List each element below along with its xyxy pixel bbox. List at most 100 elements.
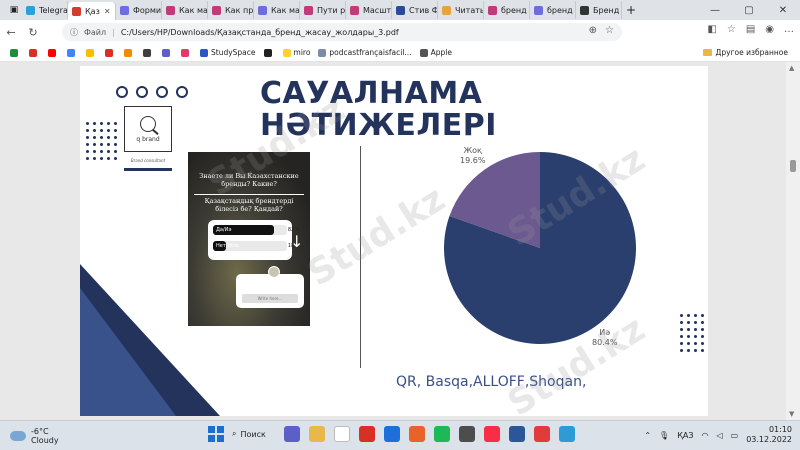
taskbar-search[interactable]: ⌕ Поиск	[232, 429, 266, 439]
maximize-icon[interactable]: ▢	[732, 0, 766, 20]
other-bookmarks[interactable]: Другое избранное	[702, 48, 788, 57]
bookmark-item[interactable]	[67, 48, 78, 57]
browser-tab[interactable]: Қаз ✕	[68, 2, 116, 20]
curved-arrow-icon: ↓	[290, 232, 304, 251]
browser-tab[interactable]: Telegra	[22, 1, 68, 19]
close-tab-icon[interactable]: ✕	[104, 7, 111, 16]
bookmark-item[interactable]	[29, 48, 40, 57]
dot	[114, 150, 117, 153]
bookmark-item[interactable]	[86, 48, 97, 57]
back-icon[interactable]: ←	[0, 26, 22, 39]
pie-label-name: Жоқ	[463, 146, 482, 155]
bookmark-item[interactable]	[263, 48, 275, 57]
poll-widget: Да/Иә 82% Нет/Жоқ 18%	[208, 220, 299, 260]
dot	[100, 136, 103, 139]
dot	[100, 122, 103, 125]
clock[interactable]: 01:10 03.12.2022	[746, 425, 792, 445]
dot	[86, 143, 89, 146]
taskbar-app-icon[interactable]	[458, 426, 475, 442]
battery-icon[interactable]: ▭	[731, 431, 739, 440]
favorite-star-icon[interactable]: ☆	[605, 25, 614, 36]
dot	[107, 157, 110, 160]
reload-icon[interactable]: ↻	[22, 26, 44, 39]
address-bar[interactable]: ⓘ Файл | C:/Users/HP/Downloads/Қазақстан…	[62, 23, 622, 41]
scroll-down-icon[interactable]: ▼	[789, 410, 794, 418]
browser-tab[interactable]: Как пр	[208, 1, 254, 19]
dot	[701, 335, 704, 338]
browser-tab[interactable]: Как ма	[162, 1, 208, 19]
favorites-icon[interactable]: ☆	[727, 24, 736, 35]
window-controls: — ▢ ✕	[698, 0, 800, 20]
bookmark-item[interactable]: miro	[282, 48, 310, 57]
bookmark-item[interactable]: StudySpace	[200, 48, 256, 57]
bookmark-favicon-icon	[29, 48, 37, 57]
taskbar-app-icon[interactable]	[358, 426, 375, 442]
bookmark-item[interactable]	[143, 48, 154, 57]
browser-tab[interactable]: Пути р	[300, 1, 346, 19]
collections-icon[interactable]: ▤	[746, 24, 755, 35]
browser-tab[interactable]: Бренд	[576, 1, 622, 19]
new-tab-button[interactable]: +	[622, 3, 640, 17]
dot	[93, 150, 96, 153]
windows-start-icon[interactable]	[208, 426, 224, 442]
bookmark-item[interactable]	[124, 48, 135, 57]
language-indicator[interactable]: ҚАЗ	[677, 431, 693, 440]
chevron-up-icon[interactable]: ⌃	[644, 431, 651, 440]
bookmark-item[interactable]: Apple	[419, 48, 452, 57]
tab-label: Как пр	[225, 5, 254, 15]
address-url[interactable]: C:/Users/HP/Downloads/Қазақстанда_бренд_…	[121, 28, 399, 37]
bookmark-label: StudySpace	[211, 48, 256, 57]
bookmark-label: Apple	[430, 48, 452, 57]
taskbar-app-icon[interactable]	[483, 426, 500, 442]
bookmark-item[interactable]	[48, 48, 59, 57]
tab-label: Масшт	[363, 5, 392, 15]
taskbar-app-icon[interactable]	[533, 426, 550, 442]
dot	[86, 136, 89, 139]
bookmark-item[interactable]	[162, 48, 173, 57]
taskbar-app-icon[interactable]	[283, 426, 300, 442]
taskbar-app-icon[interactable]	[508, 426, 525, 442]
volume-icon[interactable]: ◁	[716, 431, 722, 440]
info-icon[interactable]: ⓘ	[70, 27, 78, 38]
taskbar-app-icon[interactable]	[558, 426, 575, 442]
browser-tab[interactable]: бренд	[484, 1, 530, 19]
vertical-scrollbar[interactable]: ▲ ▼	[786, 62, 800, 420]
tab-favicon-icon	[350, 5, 359, 15]
minimize-icon[interactable]: —	[698, 0, 732, 20]
zoom-icon[interactable]: ⊕	[589, 25, 597, 36]
tab-actions-icon[interactable]: ▣	[6, 2, 22, 18]
browser-tab[interactable]: Как ма	[254, 1, 300, 19]
dot	[107, 136, 110, 139]
close-window-icon[interactable]: ✕	[766, 0, 800, 20]
scroll-thumb[interactable]	[790, 160, 796, 172]
taskbar-apps	[283, 426, 575, 442]
navigation-bar: ← ↻ ⓘ Файл | C:/Users/HP/Downloads/Қазақ…	[0, 20, 800, 44]
taskbar-app-icon[interactable]	[383, 426, 400, 442]
scroll-up-icon[interactable]: ▲	[789, 64, 794, 72]
bookmark-item[interactable]	[181, 48, 192, 57]
more-icon[interactable]: …	[784, 24, 794, 35]
browser-tab[interactable]: Масшт	[346, 1, 392, 19]
bookmark-item[interactable]	[105, 48, 116, 57]
bookmark-item[interactable]	[10, 48, 21, 57]
microphone-icon[interactable]: 🎙	[659, 431, 669, 440]
profile-icon[interactable]: ◉	[765, 24, 774, 35]
taskbar-app-icon[interactable]	[433, 426, 450, 442]
browser-tab[interactable]: бренд	[530, 1, 576, 19]
wifi-icon[interactable]: ◠	[701, 431, 708, 440]
browser-tab[interactable]: Форми	[116, 1, 162, 19]
pie-label-name: Иә	[599, 328, 611, 337]
taskbar-app-icon[interactable]	[333, 426, 350, 442]
weather-widget[interactable]: -6°C Cloudy	[10, 427, 59, 445]
browser-tab[interactable]: Читать	[438, 1, 484, 19]
extension-icon[interactable]: ◧	[707, 24, 716, 35]
dot	[86, 150, 89, 153]
ring	[156, 86, 168, 98]
taskbar-center: ⌕ Поиск	[208, 426, 575, 442]
pdf-viewer: q brand Brand consultant САУАЛНАМА НӘТИЖ…	[0, 62, 800, 420]
bookmark-item[interactable]: podcastfrançaisfacil...	[318, 48, 412, 57]
tab-bar: ▣ Telegra Қаз ✕ Форми Как ма Как пр Как ма Пути…	[0, 0, 800, 20]
browser-tab[interactable]: Стив Ф	[392, 1, 438, 19]
taskbar-app-icon[interactable]	[308, 426, 325, 442]
taskbar-app-icon[interactable]	[408, 426, 425, 442]
